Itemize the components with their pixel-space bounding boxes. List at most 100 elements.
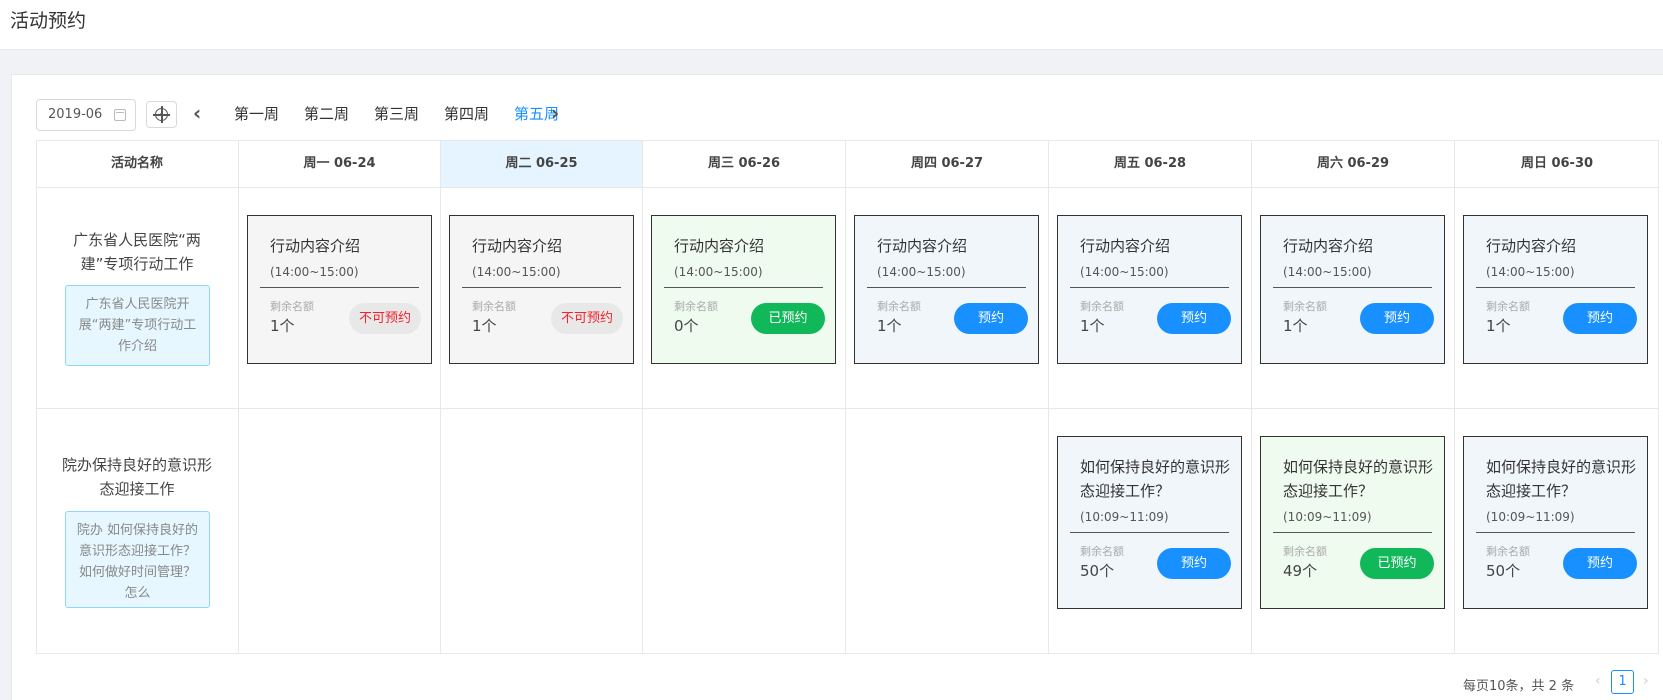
slot-divider xyxy=(1273,287,1432,288)
slot-title: 行动内容介绍 xyxy=(472,237,563,255)
slot-time: (14:00~15:00) xyxy=(674,265,763,279)
header-day: 周一 06-24 xyxy=(238,141,440,187)
remaining-count: 1个 xyxy=(1080,317,1105,335)
booked-button[interactable]: 已预约 xyxy=(1360,548,1434,579)
week-tab[interactable]: 第二周 xyxy=(304,103,349,124)
remaining-count: 50个 xyxy=(1486,562,1521,580)
header-day: 周二 06-25 xyxy=(440,141,642,187)
week-tab[interactable]: 第三周 xyxy=(374,103,419,124)
remaining-label: 剩余名额 xyxy=(270,300,314,313)
time-slot-card: 如何保持良好的意识形态迎接工作？ (10:09~11:09) 剩余名额 49个 已预约 xyxy=(1260,436,1445,609)
top-bar: 活动预约 xyxy=(0,0,1663,50)
slot-divider xyxy=(462,287,621,288)
book-button[interactable]: 预约 xyxy=(1157,303,1231,334)
slot-time: (14:00~15:00) xyxy=(472,265,561,279)
pagination-next-button[interactable]: › xyxy=(1643,673,1649,689)
slot-divider xyxy=(1273,532,1432,533)
slot-divider xyxy=(664,287,823,288)
slot-time: (14:00~15:00) xyxy=(877,265,966,279)
month-picker[interactable]: 2019-06 xyxy=(36,99,136,131)
column-divider xyxy=(845,141,846,654)
slot-time: (10:09~11:09) xyxy=(1486,510,1575,524)
time-slot-card: 如何保持良好的意识形态迎接工作？ (10:09~11:09) 剩余名额 50个 预约 xyxy=(1463,436,1648,609)
slot-title: 行动内容介绍 xyxy=(877,237,968,255)
page-title: 活动预约 xyxy=(10,10,87,32)
slot-title: 行动内容介绍 xyxy=(270,237,361,255)
column-divider xyxy=(440,141,441,654)
remaining-label: 剩余名额 xyxy=(1080,545,1124,558)
slot-time: (14:00~15:00) xyxy=(1080,265,1169,279)
time-slot-card: 行动内容介绍 (14:00~15:00) 剩余名额 1个 预约 xyxy=(854,215,1039,364)
remaining-count: 49个 xyxy=(1283,562,1318,580)
activity-name: 院办保持良好的意识形态迎接工作 xyxy=(61,456,212,498)
remaining-label: 剩余名额 xyxy=(1283,300,1327,313)
week-tab[interactable]: 第四周 xyxy=(444,103,489,124)
slot-time: (10:09~11:09) xyxy=(1080,510,1169,524)
header-day: 周三 06-26 xyxy=(642,141,845,187)
time-slot-card: 行动内容介绍 (14:00~15:00) 剩余名额 1个 预约 xyxy=(1463,215,1648,364)
row-divider xyxy=(36,408,1659,409)
remaining-count: 1个 xyxy=(270,317,295,335)
slot-title: 行动内容介绍 xyxy=(1486,237,1577,255)
slot-title: 行动内容介绍 xyxy=(674,237,765,255)
slot-title: 如何保持良好的意识形态迎接工作？ xyxy=(1283,458,1434,500)
pagination-info: 每页10条，共 2 条 xyxy=(1463,679,1575,694)
time-slot-card: 如何保持良好的意识形态迎接工作？ (10:09~11:09) 剩余名额 50个 预约 xyxy=(1057,436,1242,609)
activity-description: 广东省人民医院开展“两建”专项行动工作介绍 xyxy=(65,285,210,366)
pagination-prev-button[interactable]: ‹ xyxy=(1595,673,1601,689)
pagination-page-1[interactable]: 1 xyxy=(1611,670,1634,694)
column-divider xyxy=(1048,141,1049,654)
remaining-label: 剩余名额 xyxy=(1486,545,1530,558)
slot-time: (14:00~15:00) xyxy=(1486,265,1575,279)
time-slot-card: 行动内容介绍 (14:00~15:00) 剩余名额 0个 已预约 xyxy=(651,215,836,364)
chevron-left-icon[interactable]: ‹ xyxy=(193,103,203,123)
time-slot-card: 行动内容介绍 (14:00~15:00) 剩余名额 1个 预约 xyxy=(1260,215,1445,364)
header-day: 周四 06-27 xyxy=(845,141,1048,187)
remaining-label: 剩余名额 xyxy=(1283,545,1327,558)
row-divider xyxy=(36,187,1659,188)
slot-title: 行动内容介绍 xyxy=(1283,237,1374,255)
remaining-label: 剩余名额 xyxy=(877,300,921,313)
unavailable-button: 不可预约 xyxy=(349,303,421,334)
header-day: 周日 06-30 xyxy=(1454,141,1659,187)
slot-time: (10:09~11:09) xyxy=(1283,510,1372,524)
week-tab[interactable]: 第一周 xyxy=(234,103,279,124)
activity-name: 广东省人民医院“两建”专项行动工作 xyxy=(73,231,201,273)
remaining-label: 剩余名额 xyxy=(472,300,516,313)
locate-today-button[interactable] xyxy=(146,101,177,128)
remaining-count: 50个 xyxy=(1080,562,1115,580)
book-button[interactable]: 预约 xyxy=(1360,303,1434,334)
time-slot-card: 行动内容介绍 (14:00~15:00) 剩余名额 1个 不可预约 xyxy=(449,215,634,364)
unavailable-button: 不可预约 xyxy=(551,303,623,334)
remaining-count: 1个 xyxy=(1283,317,1308,335)
remaining-label: 剩余名额 xyxy=(1486,300,1530,313)
column-divider xyxy=(238,141,239,654)
header-day: 周五 06-28 xyxy=(1048,141,1251,187)
slot-title: 如何保持良好的意识形态迎接工作？ xyxy=(1486,458,1637,500)
remaining-count: 1个 xyxy=(1486,317,1511,335)
remaining-label: 剩余名额 xyxy=(674,300,718,313)
book-button[interactable]: 预约 xyxy=(1157,548,1231,579)
remaining-count: 1个 xyxy=(472,317,497,335)
time-slot-card: 行动内容介绍 (14:00~15:00) 剩余名额 1个 预约 xyxy=(1057,215,1242,364)
time-slot-card: 行动内容介绍 (14:00~15:00) 剩余名额 1个 不可预约 xyxy=(247,215,432,364)
book-button[interactable]: 预约 xyxy=(1563,303,1637,334)
slot-title: 行动内容介绍 xyxy=(1080,237,1171,255)
book-button[interactable]: 预约 xyxy=(1563,548,1637,579)
header-activity-name: 活动名称 xyxy=(110,156,163,171)
chevron-right-icon[interactable]: › xyxy=(551,103,561,123)
book-button[interactable]: 预约 xyxy=(954,303,1028,334)
slot-time: (14:00~15:00) xyxy=(270,265,359,279)
booked-button[interactable]: 已预约 xyxy=(751,303,825,334)
calendar-icon xyxy=(114,109,126,121)
remaining-count: 0个 xyxy=(674,317,699,335)
activity-description: 院办 如何保持良好的意识形态迎接工作？ 如何做好时间管理？ 怎么 xyxy=(65,511,210,608)
slot-time: (14:00~15:00) xyxy=(1283,265,1372,279)
slot-divider xyxy=(1476,287,1635,288)
remaining-count: 1个 xyxy=(877,317,902,335)
column-divider xyxy=(642,141,643,654)
slot-title: 如何保持良好的意识形态迎接工作？ xyxy=(1080,458,1231,500)
slot-divider xyxy=(1070,532,1229,533)
slot-divider xyxy=(260,287,419,288)
header-day: 周六 06-29 xyxy=(1251,141,1454,187)
